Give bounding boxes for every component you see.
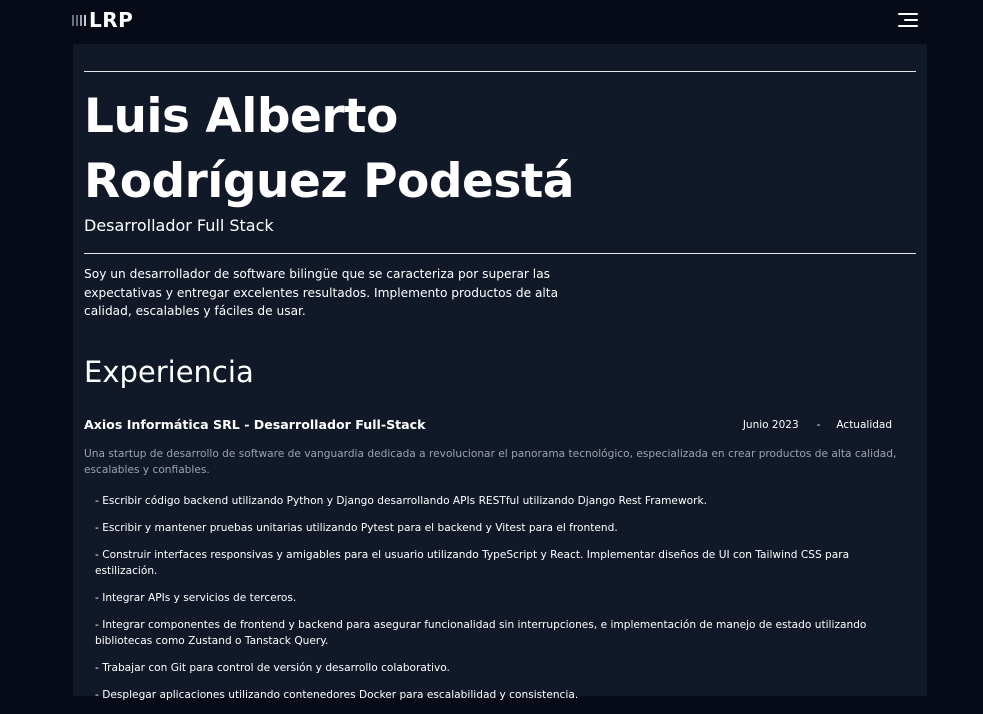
- resume-panel: Luis Alberto Rodríguez Podestá Desarroll…: [73, 44, 927, 701]
- list-item: - Desplegar aplicaciones utilizando cont…: [95, 689, 579, 701]
- job-header: Axios Informática SRL - Desarrollador Fu…: [84, 417, 916, 435]
- job-dates: Junio 2023 - Actualidad: [743, 419, 892, 431]
- top-divider: [84, 71, 916, 72]
- list-item: - Escribir código backend utilizando Pyt…: [95, 495, 707, 507]
- name-line-2: Rodríguez Podestá: [84, 154, 575, 209]
- top-navbar: LRP: [0, 0, 983, 44]
- job-description: Una startup de desarrollo de software de…: [84, 448, 897, 476]
- list-item: - Trabajar con Git para control de versi…: [95, 662, 450, 674]
- hamburger-menu-icon[interactable]: [898, 12, 918, 29]
- list-item: - Construir interfaces responsivas y ami…: [95, 549, 850, 577]
- list-item: - Integrar APIs y servicios de terceros.: [95, 592, 297, 604]
- job-start-date: Junio 2023: [742, 419, 799, 431]
- list-item: - Escribir y mantener pruebas unitarias …: [95, 522, 618, 534]
- profile-role: Desarrollador Full Stack: [84, 216, 274, 235]
- site-logo[interactable]: LRP: [72, 8, 133, 32]
- job-title: Axios Informática SRL - Desarrollador Fu…: [84, 417, 426, 432]
- job-end-date: Actualidad: [836, 419, 892, 431]
- profile-name: Luis Alberto Rodríguez Podestá: [84, 84, 784, 214]
- experience-heading: Experiencia: [84, 355, 254, 389]
- list-item: - Integrar componentes de frontend y bac…: [95, 619, 867, 647]
- middle-divider: [84, 253, 916, 254]
- logo-text: LRP: [89, 8, 134, 32]
- name-line-1: Luis Alberto: [84, 89, 398, 144]
- job-duties-list: - Escribir código backend utilizando Pyt…: [95, 493, 895, 714]
- logo-bars-icon: [72, 14, 86, 26]
- date-separator: -: [816, 419, 821, 431]
- profile-summary: Soy un desarrollador de software bilingü…: [84, 267, 559, 318]
